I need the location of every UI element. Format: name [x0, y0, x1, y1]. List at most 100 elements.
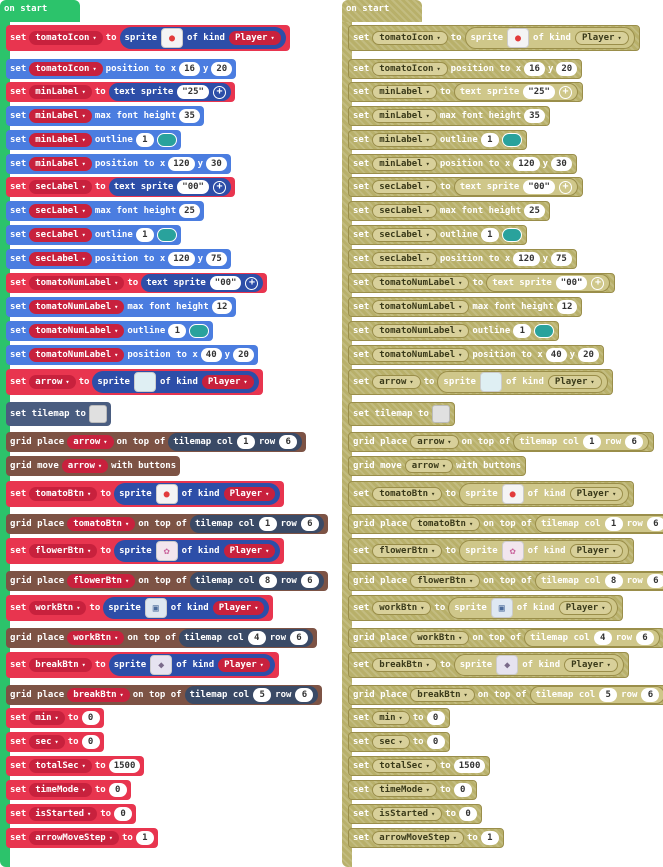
disabled-set-var-block[interactable]: set min ▾ to 0 [348, 708, 450, 728]
variable-dropdown[interactable]: isStarted ▾ [372, 807, 443, 821]
value-input[interactable]: 0 [453, 783, 472, 797]
text-sprite-expression[interactable]: text sprite "00" + [486, 274, 611, 292]
disabled-font-block[interactable]: set secLabel ▾ max font height 25 [348, 201, 550, 221]
variable-dropdown[interactable]: secLabel ▾ [372, 204, 437, 218]
disabled-grid-place-block[interactable]: grid place breakBtn ▾ on top of tilemap col 5… [348, 685, 663, 705]
tilemap-location-expression[interactable]: tilemap col 1 row 6 [513, 433, 650, 451]
disabled-set-sprite-block[interactable]: set tomatoIcon ▾ to sprite ● of kind Player ▾ [348, 25, 640, 51]
add-circle-icon[interactable]: + [591, 276, 605, 290]
tilemap-location-expression[interactable]: tilemap col 1 row 6 [534, 515, 663, 533]
value-input[interactable]: 0 [459, 807, 478, 821]
sprite-expression[interactable]: sprite ● of kind Player ▾ [464, 27, 635, 49]
kind-dropdown[interactable]: Player ▾ [564, 658, 618, 672]
variable-dropdown[interactable]: tomatoIcon ▾ [372, 31, 448, 45]
add-circle-icon[interactable]: + [558, 85, 572, 99]
variable-dropdown[interactable]: flowerBtn ▾ [372, 544, 443, 558]
variable-dropdown[interactable]: tomatoBtn ▾ [372, 487, 443, 501]
variable-dropdown[interactable]: tomatoNumLabel ▾ [372, 348, 470, 362]
font-height-input[interactable]: 35 [524, 109, 545, 123]
cat-sprite-icon[interactable]: ◆ [496, 655, 519, 675]
row-input[interactable]: 6 [641, 688, 660, 702]
row-input[interactable]: 6 [646, 574, 663, 588]
text-sprite-expression[interactable]: text sprite "00" + [453, 178, 578, 196]
disabled-grid-place-block[interactable]: grid place arrow ▾ on top of tilemap col 1 row… [348, 432, 655, 452]
disabled-tilemap-block[interactable]: set tilemap to [348, 402, 455, 426]
variable-dropdown[interactable]: flowerBtn ▾ [410, 574, 481, 588]
disabled-grid-place-block[interactable]: grid place tomatoBtn ▾ on top of tilemap col… [348, 514, 663, 534]
col-input[interactable]: 1 [604, 517, 623, 531]
variable-dropdown[interactable]: sec ▾ [372, 735, 410, 749]
variable-dropdown[interactable]: workBtn ▾ [410, 631, 470, 645]
disabled-set-text-block[interactable]: set minLabel ▾ to text sprite "25" + [348, 82, 583, 102]
variable-dropdown[interactable]: breakBtn ▾ [410, 688, 475, 702]
disabled-grid-place-block[interactable]: grid place flowerBtn ▾ on top of tilemap col… [348, 571, 663, 591]
kind-dropdown[interactable]: Player ▾ [569, 487, 624, 501]
y-input[interactable]: 20 [556, 62, 578, 76]
tomato-sprite-icon[interactable]: ● [501, 484, 524, 504]
value-input[interactable]: 1 [480, 831, 499, 845]
disabled-grid-move-block[interactable]: grid move arrow ▾ with buttons [348, 456, 527, 476]
disabled-set-sprite-block[interactable]: set breakBtn ▾ to sprite ◆ of kind Player ▾ [348, 652, 629, 678]
variable-dropdown[interactable]: tomatoBtn ▾ [410, 517, 481, 531]
disabled-font-block[interactable]: set minLabel ▾ max font height 35 [348, 106, 550, 126]
tilemap-location-expression[interactable]: tilemap col 4 row 6 [524, 629, 660, 647]
variable-dropdown[interactable]: secLabel ▾ [372, 252, 437, 266]
row-input[interactable]: 6 [625, 435, 644, 449]
disabled-set-var-block[interactable]: set isStarted ▾ to 0 [348, 804, 483, 824]
sprite-expression[interactable]: sprite ✿ of kind Player ▾ [459, 540, 630, 562]
disabled-font-block[interactable]: set tomatoNumLabel ▾ max font height 12 [348, 297, 583, 317]
row-input[interactable]: 6 [636, 631, 654, 645]
disabled-set-text-block[interactable]: set tomatoNumLabel ▾ to text sprite "00" + [348, 273, 616, 293]
y-input[interactable]: 75 [550, 252, 572, 266]
value-input[interactable]: 0 [426, 711, 445, 725]
variable-dropdown[interactable]: secLabel ▾ [372, 180, 437, 194]
disabled-grid-place-block[interactable]: grid place workBtn ▾ on top of tilemap col 4 r… [348, 628, 663, 648]
disabled-set-text-block[interactable]: set secLabel ▾ to text sprite "00" + [348, 177, 583, 197]
x-input[interactable]: 120 [513, 252, 540, 266]
kind-dropdown[interactable]: Player ▾ [547, 375, 602, 389]
tilemap-location-expression[interactable]: tilemap col 5 row 6 [529, 686, 663, 704]
variable-dropdown[interactable]: min ▾ [372, 711, 410, 725]
variable-dropdown[interactable]: tomatoIcon ▾ [372, 62, 448, 76]
disabled-set-sprite-block[interactable]: set workBtn ▾ to sprite ▣ of kind Player ▾ [348, 595, 624, 621]
variable-dropdown[interactable]: totalSec ▾ [372, 759, 437, 773]
x-input[interactable]: 16 [524, 62, 545, 76]
kind-dropdown[interactable]: Player ▾ [574, 31, 629, 45]
kind-dropdown[interactable]: Player ▾ [558, 601, 613, 615]
disabled-set-sprite-block[interactable]: set arrow ▾ to sprite of kind Player ▾ [348, 369, 613, 395]
disabled-set-sprite-block[interactable]: set tomatoBtn ▾ to sprite ● of kind Player ▾ [348, 481, 635, 507]
variable-dropdown[interactable]: minLabel ▾ [372, 85, 437, 99]
variable-dropdown[interactable]: secLabel ▾ [372, 228, 437, 242]
disabled-set-var-block[interactable]: set totalSec ▾ to 1500 [348, 756, 491, 776]
disabled-set-var-block[interactable]: set timeMode ▾ to 0 [348, 780, 477, 800]
outline-color-swatch[interactable] [534, 324, 555, 338]
disabled-set-var-block[interactable]: set sec ▾ to 0 [348, 732, 450, 752]
variable-dropdown[interactable]: arrow ▾ [404, 459, 454, 473]
variable-dropdown[interactable]: breakBtn ▾ [372, 658, 437, 672]
variable-dropdown[interactable]: tomatoNumLabel ▾ [372, 300, 470, 314]
kind-dropdown[interactable]: Player ▾ [569, 544, 624, 558]
variable-dropdown[interactable]: minLabel ▾ [372, 133, 437, 147]
sprite-expression[interactable]: sprite ▣ of kind Player ▾ [448, 597, 619, 619]
outline-width-input[interactable]: 1 [480, 133, 499, 147]
y-input[interactable]: 30 [550, 157, 572, 171]
disabled-outline-block[interactable]: set secLabel ▾ outline 1 [348, 225, 527, 245]
disabled-position-block[interactable]: set tomatoIcon ▾ position to x 16 y 20 [348, 59, 583, 79]
blank-sprite-icon[interactable] [479, 372, 502, 392]
disabled-outline-block[interactable]: set minLabel ▾ outline 1 [348, 130, 527, 150]
variable-dropdown[interactable]: tomatoNumLabel ▾ [372, 276, 470, 290]
tilemap-location-expression[interactable]: tilemap col 8 row 6 [534, 572, 663, 590]
computer-sprite-icon[interactable]: ▣ [490, 598, 513, 618]
variable-dropdown[interactable]: workBtn ▾ [372, 601, 432, 615]
col-input[interactable]: 1 [582, 435, 601, 449]
row-input[interactable]: 6 [646, 517, 663, 531]
flower-sprite-icon[interactable]: ✿ [501, 541, 524, 561]
font-height-input[interactable]: 25 [524, 204, 545, 218]
text-input[interactable]: "00" [523, 180, 555, 194]
variable-dropdown[interactable]: minLabel ▾ [372, 109, 437, 123]
disabled-outline-block[interactable]: set tomatoNumLabel ▾ outline 1 [348, 321, 560, 341]
variable-dropdown[interactable]: timeMode ▾ [372, 783, 437, 797]
variable-dropdown[interactable]: tomatoNumLabel ▾ [372, 324, 470, 338]
x-input[interactable]: 40 [545, 348, 567, 362]
variable-dropdown[interactable]: minLabel ▾ [372, 157, 437, 171]
